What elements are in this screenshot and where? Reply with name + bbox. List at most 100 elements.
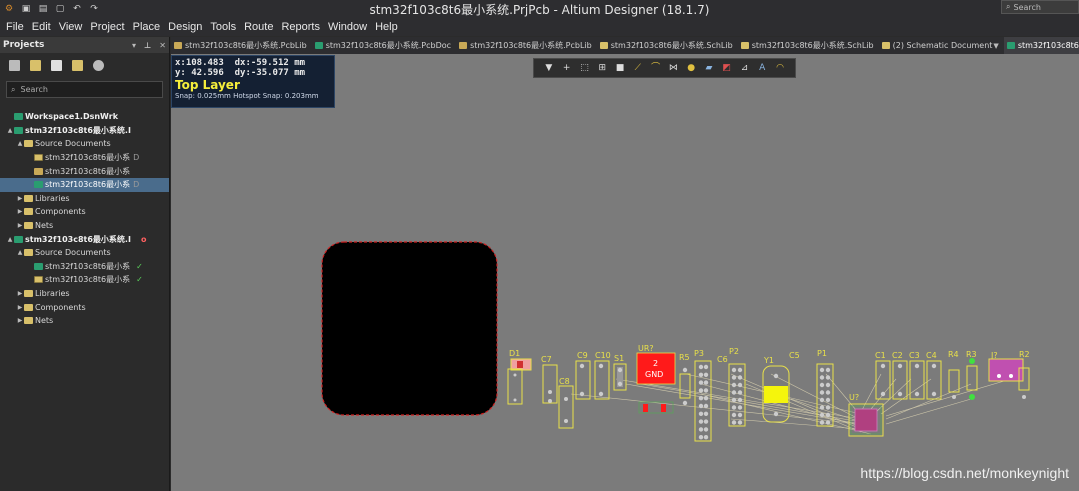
expand-right-icon[interactable]: ▶ <box>16 208 24 215</box>
select-rect-icon[interactable]: ⬚ <box>579 63 589 73</box>
schlib-icon <box>34 276 43 284</box>
tree-item-label: stm32f103c8t6最小系 <box>45 166 131 176</box>
modified-flag: D <box>133 153 140 163</box>
heads-up-display: x:108.483 dx:-59.512 mm y: 42.596 dy:-35… <box>171 55 335 108</box>
tree-item[interactable]: stm32f103c8t6最小系 D <box>0 177 169 192</box>
document-tab[interactable]: stm32f103c8t6最小系统.PcbLib <box>171 37 312 54</box>
dimension-icon[interactable]: ⊿ <box>739 63 749 73</box>
tree-item[interactable]: Workspace1.DsnWrk <box>0 110 169 124</box>
projects-search[interactable]: ⌕ Search <box>6 81 163 98</box>
workspace-icon <box>14 113 23 121</box>
folder-icon[interactable] <box>72 59 83 71</box>
expand-right-icon[interactable]: ▶ <box>16 290 24 297</box>
tree-item[interactable]: ▶ Libraries <box>0 287 169 301</box>
expand-right-icon[interactable]: ▶ <box>16 195 24 202</box>
document-tab-label: stm32f103c8t6最小系统.PcbLib <box>185 41 307 50</box>
hud-dy: dy:-35.077 mm <box>234 68 306 78</box>
close-icon[interactable]: ✕ <box>159 41 166 50</box>
tree-item-label: Source Documents <box>35 248 111 258</box>
panel-menu-icon[interactable]: ▾ <box>132 41 136 50</box>
polygon-icon[interactable]: ▰ <box>704 63 714 73</box>
document-tab-label: stm32f103c8t6最小系统.SchLib <box>610 41 733 50</box>
tree-item[interactable]: ▶ Libraries <box>0 192 169 206</box>
designator-label: C5 <box>789 351 800 360</box>
menu-window[interactable]: Window <box>324 21 371 33</box>
expand-right-icon[interactable]: ▶ <box>16 304 24 311</box>
menu-design[interactable]: Design <box>164 21 206 33</box>
expand-down-icon[interactable]: ▲ <box>6 127 14 134</box>
expand-down-icon[interactable]: ▲ <box>16 249 24 256</box>
designator-label: R3 <box>966 350 977 359</box>
tree-item-label: Components <box>35 207 86 217</box>
arc-icon[interactable]: ⌒ <box>651 63 661 73</box>
align-icon[interactable]: ⊞ <box>597 63 607 73</box>
menu-project[interactable]: Project <box>86 21 128 33</box>
tree-item[interactable]: ▶ Nets <box>0 314 169 328</box>
tree-item[interactable]: ▶ Nets <box>0 219 169 233</box>
menu-help[interactable]: Help <box>371 21 402 33</box>
tree-item[interactable]: ▶ Components <box>0 300 169 314</box>
settings-icon[interactable] <box>93 59 104 71</box>
tree-item[interactable]: ▲ Source Documents <box>0 246 169 260</box>
designator-label: C6 <box>717 355 728 364</box>
menu-reports[interactable]: Reports <box>277 21 324 33</box>
tree-item-label: Source Documents <box>35 139 111 149</box>
document-tab[interactable]: stm32f103c8t6最小系统.SchLib <box>597 37 738 54</box>
keepout-icon[interactable]: ◩ <box>722 63 732 73</box>
text-icon[interactable]: A <box>757 63 767 73</box>
menu-view[interactable]: View <box>55 21 87 33</box>
document-tab[interactable]: stm32f103c8t6最小系统.SchLib <box>738 37 879 54</box>
tree-item[interactable]: stm32f103c8t6最小系 ✓ <box>0 273 169 287</box>
project-icon[interactable] <box>30 59 41 71</box>
redo-icon[interactable]: ↷ <box>89 4 99 14</box>
tree-item[interactable]: ▲ Source Documents <box>0 137 169 151</box>
document-tab[interactable]: stm32f103c8t6最小系统.PcbLib <box>456 37 597 54</box>
via-icon[interactable]: ● <box>686 63 696 73</box>
designator-label: Y1 <box>763 356 774 365</box>
tree-item[interactable]: stm32f103c8t6最小系 <box>0 164 169 178</box>
add-icon[interactable]: + <box>562 63 572 73</box>
folder-icon <box>24 140 33 148</box>
document-tab[interactable]: (2) Schematic Document ▼ <box>879 37 1004 54</box>
projects-panel: Projects ▾ ⊥ ✕ ⌕ Search Workspace1.DsnWr… <box>0 37 170 491</box>
designator-label: C9 <box>577 351 588 360</box>
menu-edit[interactable]: Edit <box>28 21 55 33</box>
tree-item[interactable]: ▲ stm32f103c8t6最小系统.I o <box>0 232 169 246</box>
tree-item[interactable]: ▲ stm32f103c8t6最小系统.I <box>0 124 169 138</box>
document-tab[interactable]: stm32f103c8t6最小系 <box>1003 37 1079 54</box>
app-icon[interactable]: ⚙ <box>4 4 14 14</box>
open-icon[interactable]: ▢ <box>55 4 65 14</box>
title-bar: ⚙ ▣ ▤ ▢ ↶ ↷ stm32f103c8t6最小系统.PrjPcb - A… <box>0 0 1079 17</box>
document-tab[interactable]: stm32f103c8t6最小系统.PcbDoc <box>312 37 456 54</box>
menu-route[interactable]: Route <box>240 21 277 33</box>
menu-file[interactable]: File <box>2 21 28 33</box>
expand-down-icon[interactable]: ▲ <box>16 140 24 147</box>
undo-icon[interactable]: ↶ <box>72 4 82 14</box>
document-icon[interactable] <box>51 59 62 71</box>
tree-item[interactable]: ▶ Components <box>0 205 169 219</box>
route-icon[interactable]: ⟋ <box>633 63 643 73</box>
document-tab-label: stm32f103c8t6最小系统.PcbDoc <box>325 41 452 50</box>
pcb-canvas[interactable]: D1 C7 C8 C9 C10 S1 R5 P3 C6 P2 Y1 C5 P1 U? C1 C2 C3 C4 R4 R… <box>171 54 1079 491</box>
global-search[interactable]: ⌕ Search <box>1001 0 1079 14</box>
tree-item[interactable]: stm32f103c8t6最小系 D <box>0 151 169 165</box>
save-icon[interactable]: ▣ <box>21 4 31 14</box>
u2-label: UR? <box>638 344 654 353</box>
chevron-down-icon[interactable]: ▼ <box>993 42 998 50</box>
save-all-icon[interactable]: ▤ <box>38 4 48 14</box>
global-search-placeholder: Search <box>1013 2 1041 12</box>
tree-item-label: stm32f103c8t6最小系 <box>45 261 131 271</box>
workspace-icon[interactable] <box>9 59 20 71</box>
pin-icon[interactable]: ⊥ <box>144 41 151 50</box>
filter-icon[interactable]: ▼ <box>544 63 554 73</box>
menu-place[interactable]: Place <box>129 21 165 33</box>
diff-pair-icon[interactable]: ⋈ <box>668 63 678 73</box>
expand-right-icon[interactable]: ▶ <box>16 222 24 229</box>
expand-right-icon[interactable]: ▶ <box>16 317 24 324</box>
menu-tools[interactable]: Tools <box>206 21 240 33</box>
designator-label: C8 <box>559 377 570 386</box>
arc-draw-icon[interactable]: ◠ <box>775 63 785 73</box>
tree-item[interactable]: stm32f103c8t6最小系 ✓ <box>0 260 169 274</box>
component-icon[interactable]: ■ <box>615 63 625 73</box>
expand-down-icon[interactable]: ▲ <box>6 236 14 243</box>
